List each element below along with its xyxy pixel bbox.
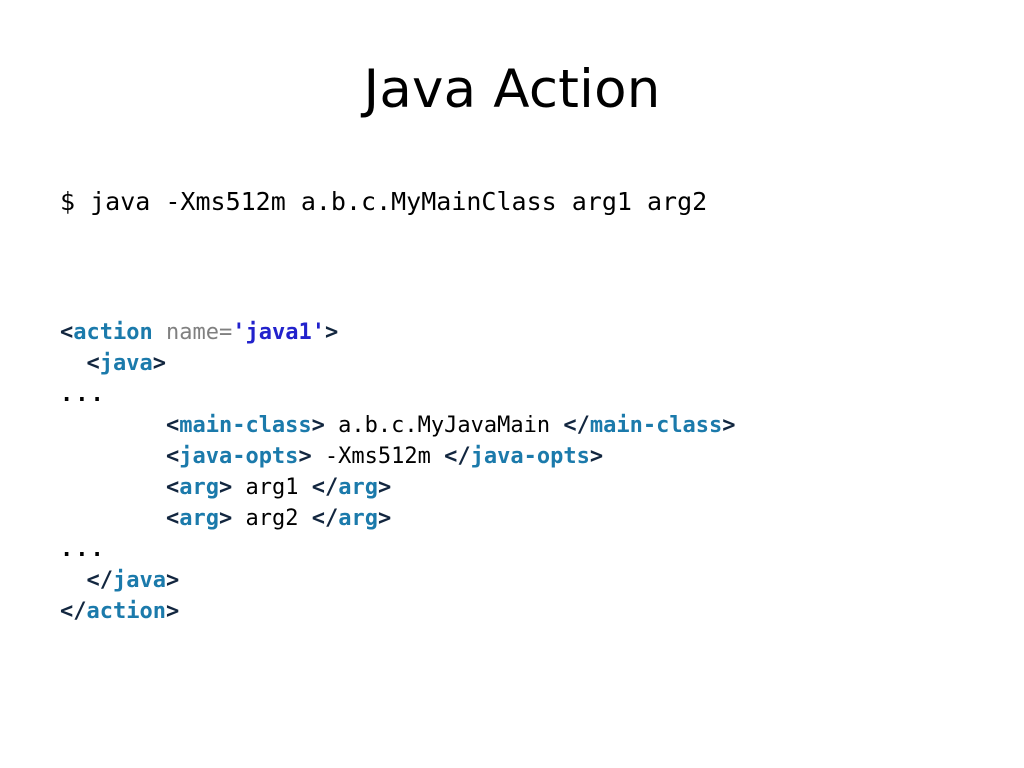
slide: Java Action $ java -Xms512m a.b.c.MyMain…: [0, 0, 1024, 768]
code-line: <arg> arg2 </arg>: [60, 503, 736, 534]
code-token-tag: arg: [338, 475, 378, 500]
code-line: <java>: [60, 348, 736, 379]
code-token-punct: >: [377, 475, 392, 500]
code-token-tag: action: [86, 599, 166, 624]
code-token-tag: action: [73, 320, 153, 345]
code-line: ...: [60, 534, 736, 565]
code-token-text: arg1: [232, 475, 312, 500]
code-token-tag: arg: [179, 506, 219, 531]
code-token-punct: >: [722, 413, 736, 438]
code-token-punct: >: [165, 568, 180, 593]
code-token-punct: </: [311, 475, 339, 500]
code-token-punct: <: [86, 351, 100, 376]
code-line: <action name='java1'>: [60, 317, 736, 348]
code-token-tag: main-class: [589, 413, 723, 438]
page-title: Java Action: [363, 59, 661, 120]
shell-command-line: $ java -Xms512m a.b.c.MyMainClass arg1 a…: [60, 187, 708, 216]
code-line: <main-class> a.b.c.MyJavaMain </main-cla…: [60, 410, 736, 441]
code-line: <java-opts> -Xms512m </java-opts>: [60, 441, 736, 472]
code-token-ellipsis: ...: [60, 382, 106, 407]
code-token-punct: >: [218, 506, 233, 531]
code-token-punct: </: [563, 413, 590, 438]
code-line: ...: [60, 379, 736, 410]
code-token-tag: java: [113, 568, 166, 593]
xml-code-block: <action name='java1'> <java>... <main-cl…: [60, 317, 736, 627]
code-token-value: 'java1': [232, 320, 325, 345]
code-token-punct: <: [165, 475, 180, 500]
code-token-tag: java-opts: [470, 444, 590, 469]
code-token-punct: >: [377, 506, 392, 531]
code-token-text: arg2: [232, 506, 312, 531]
code-token-tag: arg: [338, 506, 378, 531]
code-token-attr: name: [152, 320, 219, 345]
code-line: <arg> arg1 </arg>: [60, 472, 736, 503]
code-token-punct: </: [444, 444, 471, 469]
code-token-punct: >: [324, 320, 339, 345]
code-token-punct: >: [589, 444, 604, 469]
code-token-tag: java: [99, 351, 153, 376]
code-token-punct: </: [311, 506, 339, 531]
code-token-punct: >: [152, 351, 166, 376]
code-token-tag: java-opts: [179, 444, 299, 469]
code-token-punct: </: [60, 599, 87, 624]
code-token-punct: </: [86, 568, 114, 593]
code-token-punct: <: [165, 506, 180, 531]
code-token-punct: >: [165, 599, 180, 624]
code-token-punct: <: [165, 413, 180, 438]
code-token-punct: >: [298, 444, 312, 469]
code-token-punct: <: [165, 444, 180, 469]
code-token-text: a.b.c.MyJavaMain: [324, 413, 564, 438]
code-token-ellipsis: ...: [60, 537, 106, 562]
code-token-text: -Xms512m: [311, 444, 445, 469]
code-token-tag: main-class: [179, 413, 312, 438]
code-line: </action>: [60, 596, 736, 627]
code-token-punct: >: [218, 475, 233, 500]
code-token-punct: >: [311, 413, 325, 438]
code-line: </java>: [60, 565, 736, 596]
code-token-eq: =: [218, 320, 233, 345]
code-token-punct: <: [60, 320, 74, 345]
code-token-tag: arg: [179, 475, 219, 500]
